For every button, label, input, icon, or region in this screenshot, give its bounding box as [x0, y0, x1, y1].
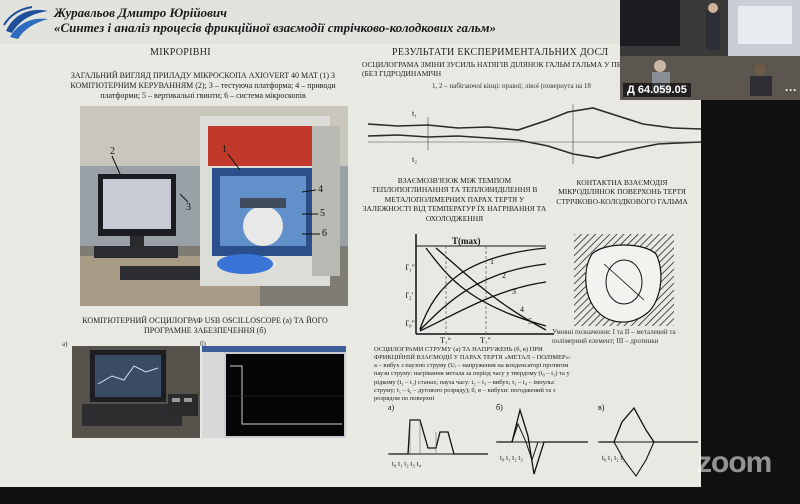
pulse-ticks-c: t₀ t₁ t₂ t₃ — [602, 454, 625, 462]
pulse-sub-c: в) — [598, 403, 605, 412]
oscilloscope-caption: КОМП'ЮТЕРНИЙ ОСЦИЛОГРАФ USB OSCILLOSCOPE… — [82, 316, 328, 335]
photo-label-1: 1 — [222, 144, 227, 155]
contact-microsection — [574, 234, 674, 326]
osc-subtitle: 1, 2 – набігаючої кінці: правої; лівої (… — [432, 82, 591, 90]
left-heading: МІКРОРІВНІ — [150, 47, 211, 58]
slide-header: Журавльов Дмитро Юрійович «Синтез і анал… — [0, 0, 701, 44]
heat-t0-label: Т₀″ — [406, 319, 415, 328]
heat-tx-label: Т₁° — [440, 336, 451, 344]
photo-label-2: 2 — [110, 146, 115, 157]
zoom-watermark: zoom — [697, 446, 772, 479]
heat-curve-label-3: 3 — [512, 287, 516, 296]
contact-legend: Умовні позначення: І та ІІ – металевий т… — [552, 328, 676, 346]
heat-curves-diagram: Т(max) Т₁″ Т₂′ Т₀″ Т₁° Т₂″ 1 2 3 4 5 — [406, 234, 554, 344]
osc-curve-label-1: t₁ — [412, 109, 417, 118]
left-column: МІКРОРІВНІ ЗАГАЛЬНИЙ ВИГЛЯД ПРИЛАДУ МІКР… — [0, 44, 352, 487]
thesis-title: «Синтез і аналіз процесів фрикційної вза… — [54, 20, 496, 35]
pulse-sub-b: б) — [496, 403, 503, 412]
heat-tx2-label: Т₂″ — [480, 336, 491, 344]
participant-name: Д 64.059.05 — [623, 83, 691, 97]
pulse-title: ОСЦИЛОГРАМИ СТРУМУ (а) ТА НАПРУЖЕНЬ (б, … — [374, 346, 571, 402]
heat-t1-label: Т₁″ — [406, 263, 415, 272]
tension-oscillogram: t₁ t₂ — [368, 104, 701, 164]
heat-curve-label-4: 4 — [520, 305, 524, 314]
heat-curve-label-2: 2 — [502, 271, 506, 280]
osc-curve-label-2: t₂ — [412, 155, 417, 164]
pulse-title-head: ОСЦИЛОГРАМИ СТРУМУ (а) ТА НАПРУЖЕНЬ (б, … — [374, 346, 574, 403]
microscope-photo: 2 3 1 4 5 6 — [80, 106, 348, 306]
contact-title: КОНТАКТНА ВЗАЄМОДІЯ МІКРОДІЛЯНОК ПОВЕРХО… — [556, 178, 688, 206]
pulse-ticks-b: t₀ t₁ t₂ t₃ — [500, 454, 523, 462]
photo-label-6: 6 — [322, 228, 327, 239]
heat-curve-label-1: 1 — [490, 257, 494, 266]
software-screenshot — [202, 346, 346, 438]
sub-a-label: а) — [62, 340, 68, 348]
right-column: РЕЗУЛЬТАТИ ЕКСПЕРИМЕНТАЛЬНИХ ДОСЛ ОСЦИЛО… — [352, 44, 701, 487]
heat-t2-label: Т₂′ — [406, 291, 414, 300]
pulse-oscillograms: а) б) в) t₀ t₁ t₂ t₃ t₄ t₀ t₁ t₂ t₃ t₀ t… — [388, 403, 698, 477]
photo-label-3: 3 — [186, 202, 191, 213]
shared-slide: Журавльов Дмитро Юрійович «Синтез і анал… — [0, 0, 701, 487]
pulse-ticks-a: t₀ t₁ t₂ t₃ t₄ — [392, 460, 421, 468]
right-heading: РЕЗУЛЬТАТИ ЕКСПЕРИМЕНТАЛЬНИХ ДОСЛ — [392, 47, 609, 58]
author-name: Журавльов Дмитро Юрійович — [54, 5, 227, 20]
pulse-sub-a: а) — [388, 403, 395, 412]
screen-share-view: Журавльов Дмитро Юрійович «Синтез і анал… — [0, 0, 800, 504]
photo-label-4: 4 — [318, 184, 323, 195]
laptop-photo — [72, 346, 200, 438]
university-logo — [2, 1, 50, 43]
more-options-icon[interactable]: ··· — [785, 83, 797, 97]
photo-label-5: 5 — [320, 208, 325, 219]
heat-title: ВЗАЄМОЗВ'ЯЗОК МІЖ ТЕМПОМ ТЕПЛОПОГЛИНАННЯ… — [362, 176, 547, 223]
participant-video-tile[interactable]: Д 64.059.05 ··· — [620, 0, 800, 100]
heat-tmax-label: Т(max) — [452, 236, 481, 246]
microscope-caption: ЗАГАЛЬНИЙ ВИГЛЯД ПРИЛАДУ МІКРОСКОПА AXIO… — [70, 71, 336, 100]
heat-curve-label-5: 5 — [528, 317, 532, 326]
